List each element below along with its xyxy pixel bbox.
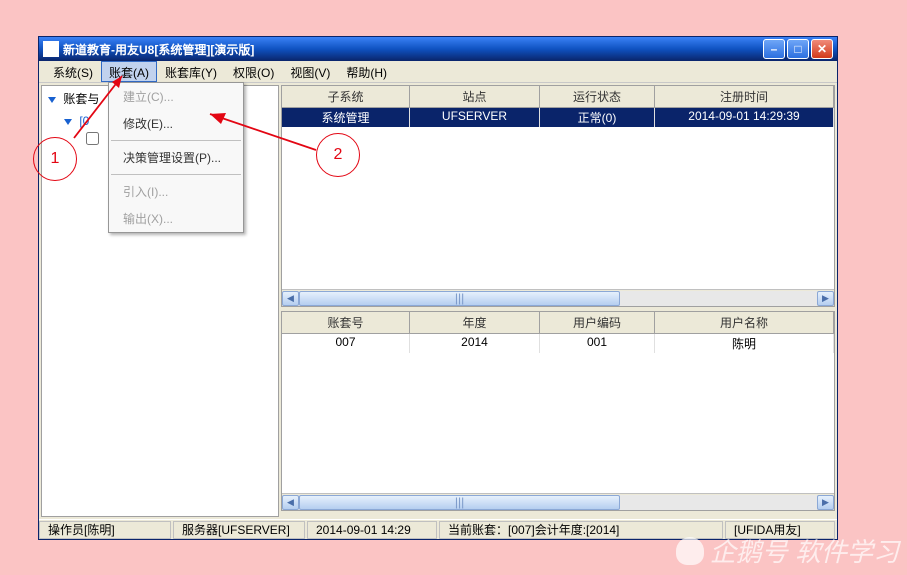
maximize-button[interactable]: □ bbox=[787, 39, 809, 59]
menu-separator bbox=[111, 140, 241, 141]
menuitem-modify[interactable]: 修改(E)... bbox=[109, 110, 243, 137]
scroll-right-icon[interactable]: ▶ bbox=[817, 291, 834, 306]
window-title: 新道教育-用友U8[系统管理][演示版] bbox=[63, 41, 763, 58]
cell-year: 2014 bbox=[410, 334, 540, 353]
cell-user-name: 陈明 bbox=[655, 334, 834, 353]
expand-icon bbox=[64, 119, 72, 125]
scroll-left-icon[interactable]: ◀ bbox=[282, 291, 299, 306]
menuitem-decision-settings[interactable]: 决策管理设置(P)... bbox=[109, 144, 243, 171]
menu-account[interactable]: 账套(A) bbox=[101, 61, 157, 82]
menu-view[interactable]: 视图(V) bbox=[282, 61, 338, 82]
watermark-text: 企鹅号 软件学习 bbox=[710, 532, 899, 569]
col-user-code[interactable]: 用户编码 bbox=[540, 312, 655, 333]
menu-permission[interactable]: 权限(O) bbox=[225, 61, 282, 82]
col-subsystem[interactable]: 子系统 bbox=[282, 86, 410, 107]
col-year[interactable]: 年度 bbox=[410, 312, 540, 333]
menubar: 系统(S) 账套(A) 账套库(Y) 权限(O) 视图(V) 帮助(H) bbox=[39, 61, 837, 83]
status-operator: 操作员[陈明] bbox=[39, 521, 171, 539]
hscrollbar[interactable]: ◀ ||| ▶ bbox=[282, 493, 834, 510]
tree-root-label: 账套与 bbox=[63, 92, 99, 106]
close-button[interactable]: ✕ bbox=[811, 39, 833, 59]
expand-icon bbox=[48, 97, 56, 103]
cell-regtime: 2014-09-01 14:29:39 bbox=[655, 108, 834, 127]
watermark: 企鹅号 软件学习 bbox=[676, 532, 899, 569]
scroll-right-icon[interactable]: ▶ bbox=[817, 495, 834, 510]
user-grid-body: 007 2014 001 陈明 bbox=[282, 334, 834, 493]
penguin-icon bbox=[676, 537, 704, 565]
scroll-track[interactable]: ||| bbox=[299, 291, 817, 306]
cell-subsystem: 系统管理 bbox=[282, 108, 410, 127]
menu-account-lib[interactable]: 账套库(Y) bbox=[157, 61, 225, 82]
annotation-circle-1: 1 bbox=[33, 137, 77, 181]
menuitem-create[interactable]: 建立(C)... bbox=[109, 83, 243, 110]
col-regtime[interactable]: 注册时间 bbox=[655, 86, 834, 107]
menu-system[interactable]: 系统(S) bbox=[45, 61, 101, 82]
user-grid-header: 账套号 年度 用户编码 用户名称 bbox=[282, 312, 834, 334]
status-datetime: 2014-09-01 14:29 bbox=[307, 521, 437, 539]
titlebar: 新道教育-用友U8[系统管理][演示版] – □ ✕ bbox=[39, 37, 837, 61]
subsystem-grid: 子系统 站点 运行状态 注册时间 系统管理 UFSERVER 正常(0) 201… bbox=[281, 85, 835, 307]
subsystem-grid-header: 子系统 站点 运行状态 注册时间 bbox=[282, 86, 834, 108]
cell-site: UFSERVER bbox=[410, 108, 540, 127]
tree-leaf-checkbox[interactable] bbox=[86, 132, 99, 145]
tree-child-label: [0 bbox=[79, 114, 89, 128]
annotation-label-2: 2 bbox=[334, 146, 343, 164]
minimize-button[interactable]: – bbox=[763, 39, 785, 59]
scroll-left-icon[interactable]: ◀ bbox=[282, 495, 299, 510]
subsystem-grid-body: 系统管理 UFSERVER 正常(0) 2014-09-01 14:29:39 bbox=[282, 108, 834, 289]
annotation-circle-2: 2 bbox=[316, 133, 360, 177]
menuitem-export[interactable]: 输出(X)... bbox=[109, 205, 243, 232]
hscrollbar[interactable]: ◀ ||| ▶ bbox=[282, 289, 834, 306]
cell-account-no: 007 bbox=[282, 334, 410, 353]
account-menu-dropdown: 建立(C)... 修改(E)... 决策管理设置(P)... 引入(I)... … bbox=[108, 82, 244, 233]
right-pane: 子系统 站点 运行状态 注册时间 系统管理 UFSERVER 正常(0) 201… bbox=[281, 85, 835, 517]
status-server: 服务器[UFSERVER] bbox=[173, 521, 305, 539]
cell-user-code: 001 bbox=[540, 334, 655, 353]
menuitem-import[interactable]: 引入(I)... bbox=[109, 178, 243, 205]
scroll-thumb[interactable]: ||| bbox=[299, 495, 620, 510]
app-icon bbox=[43, 41, 59, 57]
col-site[interactable]: 站点 bbox=[410, 86, 540, 107]
menu-help[interactable]: 帮助(H) bbox=[338, 61, 395, 82]
col-user-name[interactable]: 用户名称 bbox=[655, 312, 834, 333]
table-row[interactable]: 007 2014 001 陈明 bbox=[282, 334, 834, 353]
scroll-track[interactable]: ||| bbox=[299, 495, 817, 510]
cell-status: 正常(0) bbox=[540, 108, 655, 127]
col-status[interactable]: 运行状态 bbox=[540, 86, 655, 107]
col-account-no[interactable]: 账套号 bbox=[282, 312, 410, 333]
scroll-thumb[interactable]: ||| bbox=[299, 291, 620, 306]
user-grid: 账套号 年度 用户编码 用户名称 007 2014 001 陈明 ◀ bbox=[281, 311, 835, 511]
menu-separator bbox=[111, 174, 241, 175]
table-row[interactable]: 系统管理 UFSERVER 正常(0) 2014-09-01 14:29:39 bbox=[282, 108, 834, 127]
annotation-label-1: 1 bbox=[51, 150, 60, 168]
